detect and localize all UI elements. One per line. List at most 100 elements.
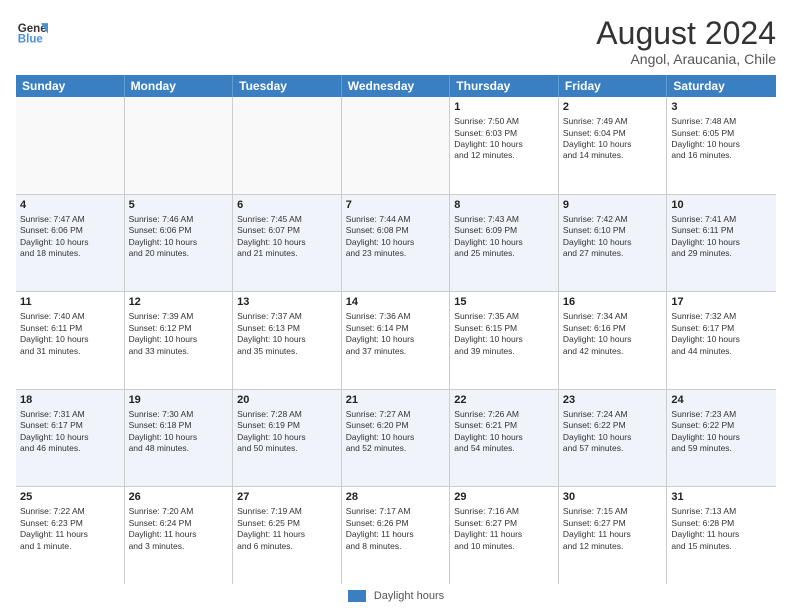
day-info-line: Sunset: 6:17 PM bbox=[20, 420, 120, 431]
day-info-line: and 8 minutes. bbox=[346, 541, 446, 552]
day-info-line: Sunset: 6:11 PM bbox=[671, 225, 772, 236]
cal-cell-24: 24Sunrise: 7:23 AMSunset: 6:22 PMDayligh… bbox=[667, 390, 776, 487]
day-info-line: Sunset: 6:06 PM bbox=[129, 225, 229, 236]
cal-cell-10: 10Sunrise: 7:41 AMSunset: 6:11 PMDayligh… bbox=[667, 195, 776, 292]
day-info-line: Daylight: 10 hours bbox=[454, 237, 554, 248]
day-info-line: and 35 minutes. bbox=[237, 346, 337, 357]
day-info-line: and 48 minutes. bbox=[129, 443, 229, 454]
day-info-line: Daylight: 10 hours bbox=[671, 139, 772, 150]
day-info-line: Sunrise: 7:28 AM bbox=[237, 409, 337, 420]
day-info-line: and 20 minutes. bbox=[129, 248, 229, 259]
day-number: 11 bbox=[20, 295, 120, 310]
cal-cell-23: 23Sunrise: 7:24 AMSunset: 6:22 PMDayligh… bbox=[559, 390, 668, 487]
day-info-line: Sunrise: 7:23 AM bbox=[671, 409, 772, 420]
day-info-line: Daylight: 10 hours bbox=[563, 334, 663, 345]
day-info-line: and 10 minutes. bbox=[454, 541, 554, 552]
day-info-line: Sunset: 6:27 PM bbox=[563, 518, 663, 529]
day-info-line: Daylight: 10 hours bbox=[129, 432, 229, 443]
day-info-line: Sunset: 6:25 PM bbox=[237, 518, 337, 529]
day-number: 30 bbox=[563, 490, 663, 505]
day-info-line: Daylight: 10 hours bbox=[346, 432, 446, 443]
cal-cell-7: 7Sunrise: 7:44 AMSunset: 6:08 PMDaylight… bbox=[342, 195, 451, 292]
day-number: 12 bbox=[129, 295, 229, 310]
day-number: 25 bbox=[20, 490, 120, 505]
calendar-body: 1Sunrise: 7:50 AMSunset: 6:03 PMDaylight… bbox=[16, 97, 776, 584]
day-info-line: and 12 minutes. bbox=[454, 150, 554, 161]
day-info-line: Sunrise: 7:43 AM bbox=[454, 214, 554, 225]
svg-text:Blue: Blue bbox=[18, 34, 44, 46]
day-info-line: Sunrise: 7:15 AM bbox=[563, 506, 663, 517]
day-info-line: Sunset: 6:17 PM bbox=[671, 323, 772, 334]
header-day-friday: Friday bbox=[559, 75, 668, 97]
day-info-line: Sunrise: 7:37 AM bbox=[237, 311, 337, 322]
cal-cell-22: 22Sunrise: 7:26 AMSunset: 6:21 PMDayligh… bbox=[450, 390, 559, 487]
day-number: 2 bbox=[563, 100, 663, 115]
day-info-line: and 52 minutes. bbox=[346, 443, 446, 454]
cal-cell-19: 19Sunrise: 7:30 AMSunset: 6:18 PMDayligh… bbox=[125, 390, 234, 487]
day-info-line: Sunset: 6:22 PM bbox=[563, 420, 663, 431]
day-info-line: Sunrise: 7:31 AM bbox=[20, 409, 120, 420]
calendar-header: SundayMondayTuesdayWednesdayThursdayFrid… bbox=[16, 75, 776, 97]
legend-label: Daylight hours bbox=[374, 590, 444, 602]
cal-cell-16: 16Sunrise: 7:34 AMSunset: 6:16 PMDayligh… bbox=[559, 292, 668, 389]
day-info-line: Sunset: 6:03 PM bbox=[454, 128, 554, 139]
day-info-line: and 39 minutes. bbox=[454, 346, 554, 357]
day-info-line: Daylight: 11 hours bbox=[563, 529, 663, 540]
cal-cell-2: 2Sunrise: 7:49 AMSunset: 6:04 PMDaylight… bbox=[559, 97, 668, 194]
day-info-line: Daylight: 10 hours bbox=[454, 432, 554, 443]
day-number: 13 bbox=[237, 295, 337, 310]
day-info-line: Sunrise: 7:19 AM bbox=[237, 506, 337, 517]
day-number: 5 bbox=[129, 198, 229, 213]
legend-box bbox=[348, 590, 366, 602]
day-info-line: Daylight: 10 hours bbox=[346, 334, 446, 345]
day-info-line: Daylight: 10 hours bbox=[346, 237, 446, 248]
day-info-line: and 54 minutes. bbox=[454, 443, 554, 454]
day-number: 9 bbox=[563, 198, 663, 213]
cal-cell-28: 28Sunrise: 7:17 AMSunset: 6:26 PMDayligh… bbox=[342, 487, 451, 584]
day-number: 28 bbox=[346, 490, 446, 505]
header-day-monday: Monday bbox=[125, 75, 234, 97]
day-info-line: and 50 minutes. bbox=[237, 443, 337, 454]
day-number: 24 bbox=[671, 393, 772, 408]
cal-cell-13: 13Sunrise: 7:37 AMSunset: 6:13 PMDayligh… bbox=[233, 292, 342, 389]
cal-cell-4: 4Sunrise: 7:47 AMSunset: 6:06 PMDaylight… bbox=[16, 195, 125, 292]
cal-cell-27: 27Sunrise: 7:19 AMSunset: 6:25 PMDayligh… bbox=[233, 487, 342, 584]
calendar: SundayMondayTuesdayWednesdayThursdayFrid… bbox=[16, 75, 776, 584]
day-info-line: and 16 minutes. bbox=[671, 150, 772, 161]
day-info-line: Sunset: 6:28 PM bbox=[671, 518, 772, 529]
cal-cell-30: 30Sunrise: 7:15 AMSunset: 6:27 PMDayligh… bbox=[559, 487, 668, 584]
day-info-line: and 14 minutes. bbox=[563, 150, 663, 161]
day-info-line: and 23 minutes. bbox=[346, 248, 446, 259]
header-day-saturday: Saturday bbox=[667, 75, 776, 97]
day-info-line: Daylight: 10 hours bbox=[237, 432, 337, 443]
day-number: 14 bbox=[346, 295, 446, 310]
day-info-line: Sunrise: 7:13 AM bbox=[671, 506, 772, 517]
day-info-line: and 59 minutes. bbox=[671, 443, 772, 454]
day-info-line: Daylight: 11 hours bbox=[671, 529, 772, 540]
cal-cell-6: 6Sunrise: 7:45 AMSunset: 6:07 PMDaylight… bbox=[233, 195, 342, 292]
day-info-line: Sunset: 6:10 PM bbox=[563, 225, 663, 236]
cal-cell-3: 3Sunrise: 7:48 AMSunset: 6:05 PMDaylight… bbox=[667, 97, 776, 194]
cal-cell-empty-3 bbox=[342, 97, 451, 194]
day-number: 23 bbox=[563, 393, 663, 408]
day-info-line: Sunrise: 7:16 AM bbox=[454, 506, 554, 517]
cal-cell-8: 8Sunrise: 7:43 AMSunset: 6:09 PMDaylight… bbox=[450, 195, 559, 292]
day-info-line: Sunrise: 7:39 AM bbox=[129, 311, 229, 322]
day-info-line: Sunrise: 7:34 AM bbox=[563, 311, 663, 322]
cal-cell-18: 18Sunrise: 7:31 AMSunset: 6:17 PMDayligh… bbox=[16, 390, 125, 487]
day-info-line: Sunrise: 7:46 AM bbox=[129, 214, 229, 225]
day-info-line: Sunset: 6:27 PM bbox=[454, 518, 554, 529]
header-day-sunday: Sunday bbox=[16, 75, 125, 97]
day-info-line: Daylight: 10 hours bbox=[563, 237, 663, 248]
day-info-line: Sunset: 6:16 PM bbox=[563, 323, 663, 334]
day-info-line: and 42 minutes. bbox=[563, 346, 663, 357]
day-number: 7 bbox=[346, 198, 446, 213]
logo: General Blue bbox=[16, 16, 48, 48]
day-number: 17 bbox=[671, 295, 772, 310]
cal-cell-9: 9Sunrise: 7:42 AMSunset: 6:10 PMDaylight… bbox=[559, 195, 668, 292]
subtitle: Angol, Araucania, Chile bbox=[596, 51, 776, 67]
day-info-line: Sunset: 6:08 PM bbox=[346, 225, 446, 236]
day-info-line: Daylight: 10 hours bbox=[237, 334, 337, 345]
cal-cell-29: 29Sunrise: 7:16 AMSunset: 6:27 PMDayligh… bbox=[450, 487, 559, 584]
cal-cell-15: 15Sunrise: 7:35 AMSunset: 6:15 PMDayligh… bbox=[450, 292, 559, 389]
